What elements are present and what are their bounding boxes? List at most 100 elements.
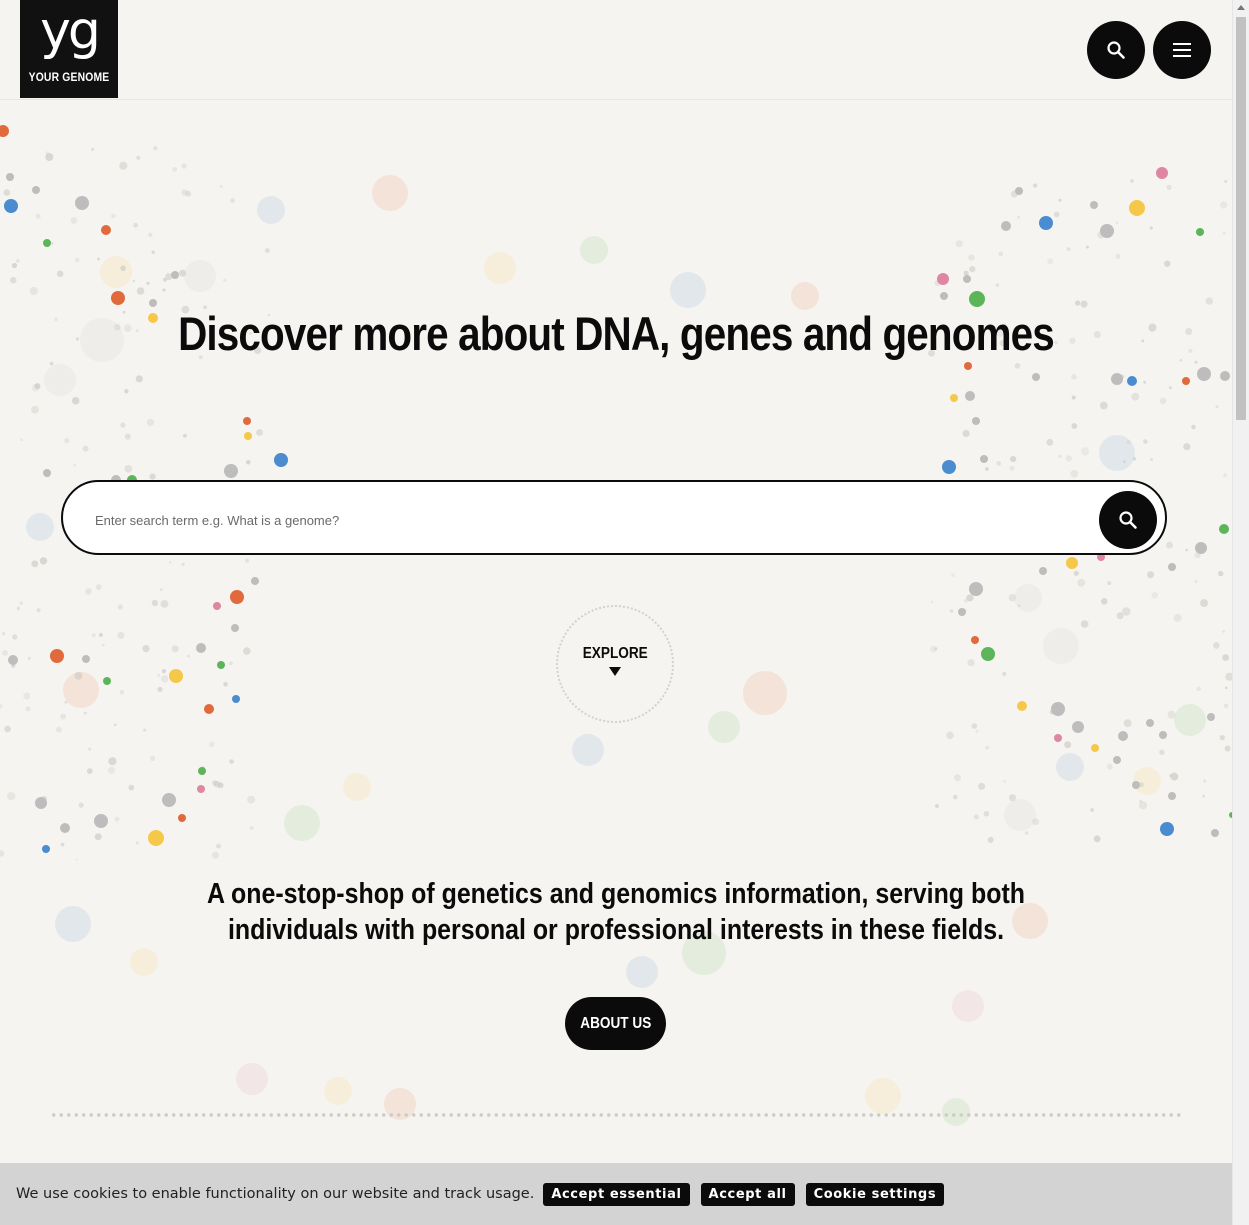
header-search-button[interactable] (1087, 21, 1145, 79)
background-speck (135, 841, 139, 845)
search-input[interactable] (93, 504, 1057, 536)
about-us-button[interactable]: ABOUT US (565, 997, 666, 1050)
background-speck (216, 843, 221, 849)
background-speck (963, 598, 968, 603)
background-speck (78, 802, 84, 808)
background-speck (1159, 749, 1165, 755)
background-speck (1130, 179, 1134, 183)
background-speck (108, 766, 115, 774)
background-speck (0, 850, 5, 857)
accept-all-button[interactable]: Accept all (700, 1182, 795, 1206)
background-speck (53, 317, 59, 322)
dna-dot (940, 292, 948, 300)
dna-dot (243, 417, 251, 425)
accept-essential-button[interactable]: Accept essential (543, 1182, 690, 1206)
background-speck (1070, 469, 1079, 478)
background-speck (996, 461, 1001, 466)
dna-dot (942, 460, 956, 474)
background-speck (1115, 253, 1121, 259)
background-speck (1138, 782, 1144, 788)
background-speck (183, 433, 187, 438)
dna-dot (111, 291, 125, 305)
dna-dot (217, 661, 225, 669)
background-speck (1224, 745, 1231, 752)
dna-dot (1156, 167, 1168, 179)
background-speck (1200, 599, 1209, 608)
dna-dot (980, 455, 988, 463)
background-speck (108, 757, 117, 766)
dna-dot (274, 453, 288, 467)
background-speck (1099, 401, 1108, 410)
background-speck (995, 283, 1000, 287)
site-header: yg YOUR GENOME (0, 0, 1232, 100)
background-speck (1151, 592, 1159, 599)
background-speck (1032, 818, 1040, 826)
background-blob (942, 1098, 970, 1126)
search-bar (61, 480, 1167, 555)
site-logo[interactable]: yg YOUR GENOME (20, 0, 118, 98)
scroll-up-arrow-icon[interactable] (1237, 5, 1245, 10)
background-speck (25, 706, 31, 712)
explore-button[interactable]: EXPLORE (556, 605, 674, 723)
background-speck (1166, 184, 1172, 190)
background-speck (36, 608, 41, 613)
background-speck (119, 689, 125, 695)
background-speck (1116, 612, 1124, 620)
background-speck (165, 273, 173, 281)
background-blob (236, 1063, 268, 1095)
background-speck (60, 842, 65, 847)
background-speck (35, 213, 41, 219)
background-speck (1122, 607, 1131, 616)
cookie-settings-button[interactable]: Cookie settings (805, 1182, 945, 1206)
dna-dot (1017, 701, 1027, 711)
background-speck (124, 433, 131, 440)
background-speck (60, 713, 66, 720)
dna-dot (1066, 557, 1078, 569)
vertical-scrollbar[interactable] (1232, 0, 1249, 1225)
background-speck (1010, 190, 1018, 198)
background-speck (64, 438, 70, 444)
background-speck (1203, 779, 1207, 783)
background-speck (1188, 348, 1193, 353)
background-speck (1126, 440, 1131, 445)
background-speck (934, 647, 938, 651)
background-speck (1024, 831, 1029, 835)
background-speck (1014, 363, 1021, 369)
dna-dot (972, 417, 980, 425)
search-submit-button[interactable] (1099, 491, 1157, 549)
background-speck (1073, 570, 1079, 576)
background-speck (1075, 300, 1081, 306)
background-speck (34, 383, 41, 390)
background-speck (74, 672, 83, 680)
dna-dot (1182, 377, 1190, 385)
background-speck (1058, 454, 1062, 458)
dna-dot (244, 432, 252, 440)
dna-dot (1054, 734, 1062, 742)
background-speck (29, 286, 38, 296)
background-speck (1093, 835, 1101, 843)
dna-dot (1051, 702, 1065, 716)
scroll-thumb[interactable] (1236, 17, 1246, 420)
background-speck (1143, 380, 1146, 384)
background-blob (670, 272, 706, 308)
background-speck (1138, 801, 1148, 810)
background-speck (983, 811, 990, 817)
dna-dot (1146, 719, 1154, 727)
background-speck (1008, 794, 1017, 802)
background-speck (1194, 579, 1198, 583)
cookie-message: We use cookies to enable functionality o… (16, 1186, 535, 1202)
background-speck (1086, 245, 1089, 249)
menu-button[interactable] (1153, 21, 1211, 79)
background-speck (1080, 620, 1089, 628)
logo-text: YOUR GENOME (28, 72, 110, 84)
background-speck (969, 266, 976, 273)
background-speck (11, 663, 16, 668)
dna-dot (1168, 563, 1176, 571)
background-blob (1014, 584, 1042, 612)
background-speck (975, 729, 979, 733)
dna-dot (1219, 524, 1229, 534)
background-speck (1097, 231, 1105, 239)
background-speck (143, 728, 147, 732)
background-speck (244, 558, 250, 563)
background-speck (146, 281, 150, 285)
